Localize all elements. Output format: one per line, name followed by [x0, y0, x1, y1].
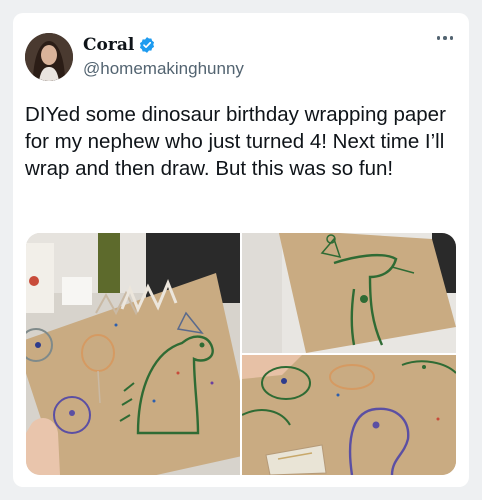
avatar[interactable] — [25, 33, 73, 81]
media-grid — [26, 233, 456, 475]
display-name[interactable]: Coral — [83, 35, 134, 55]
author-handle[interactable]: @homemakinghunny — [83, 59, 244, 79]
author-row: Coral — [83, 35, 156, 55]
more-options-icon[interactable] — [433, 29, 457, 47]
media-photo-3[interactable] — [242, 355, 456, 475]
tweet-text: DIYed some dinosaur birthday wrapping pa… — [25, 103, 446, 180]
media-photo-2[interactable] — [242, 233, 456, 353]
tweet-card: Coral @homemakinghunny DIYed some dinosa… — [13, 13, 469, 487]
verified-badge-icon — [138, 36, 156, 54]
media-photo-1[interactable] — [26, 233, 240, 475]
